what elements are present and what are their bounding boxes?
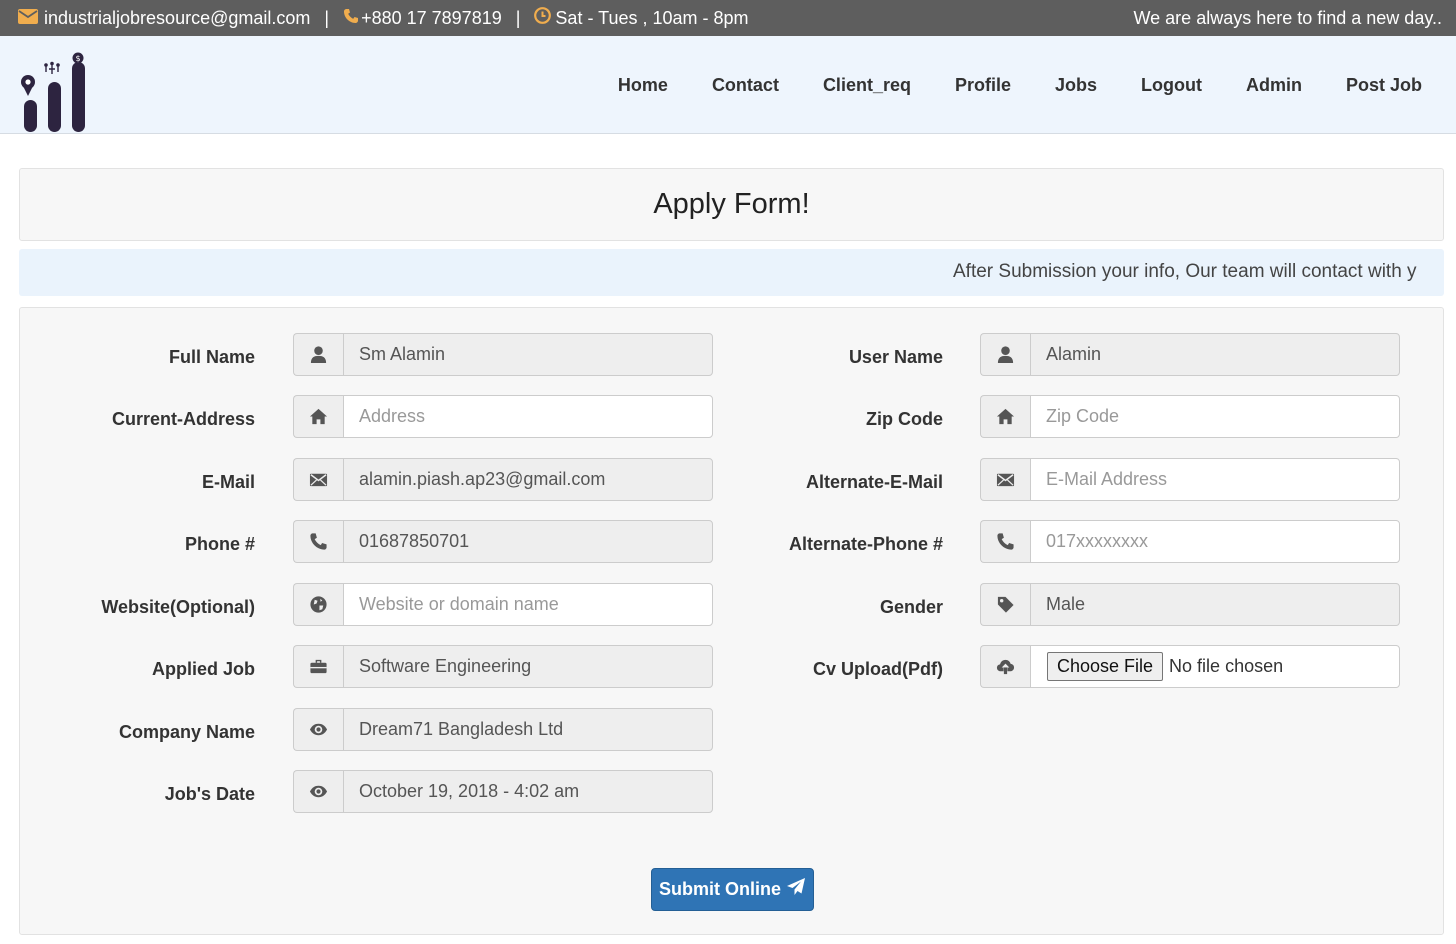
main-nav: Home Contact Client_req Profile Jobs Log… (596, 36, 1444, 134)
form-row-user-name: User Name (720, 333, 1420, 376)
site-logo[interactable]: $ (18, 52, 90, 134)
form-row-jobs-date: Job's Date (20, 770, 720, 813)
tag-icon (980, 583, 1030, 626)
applied-job-label: Applied Job (152, 659, 255, 679)
applied-job-input[interactable] (343, 645, 713, 688)
form-row-website: Website(Optional) (20, 583, 720, 626)
gender-label: Gender (879, 597, 943, 617)
form-row-applied-job: Applied Job (20, 645, 720, 688)
nav-post-job[interactable]: Post Job (1324, 75, 1444, 96)
phone-icon (343, 8, 359, 29)
form-row-cv-upload: Cv Upload(Pdf) Choose File No file chose… (720, 645, 1420, 688)
form-row-alternate-phone: Alternate-Phone # (720, 520, 1420, 563)
nav-profile[interactable]: Profile (933, 75, 1033, 96)
phone-input[interactable] (343, 520, 713, 563)
top-info-bar: industrialjobresource@gmail.com | +880 1… (0, 0, 1456, 36)
topbar-tagline: We are always here to find a new day.. (1133, 7, 1443, 28)
submit-label: Submit Online (658, 879, 781, 899)
current-address-input[interactable] (343, 395, 713, 438)
email-label: E-Mail (201, 472, 255, 492)
nav-contact[interactable]: Contact (690, 75, 801, 96)
alternate-email-input[interactable] (1030, 458, 1400, 501)
paper-plane-icon (781, 877, 806, 902)
company-name-input[interactable] (343, 708, 713, 751)
notice-text: After Submission your info, Our team wil… (953, 261, 1417, 282)
separator: | (515, 7, 521, 28)
notice-marquee: After Submission your info, Our team wil… (19, 249, 1444, 296)
envelope-icon (293, 458, 343, 501)
phone-icon (293, 520, 343, 563)
home-icon (980, 395, 1030, 438)
form-row-email: E-Mail (20, 458, 720, 501)
form-row-phone: Phone # (20, 520, 720, 563)
nav-client-req[interactable]: Client_req (801, 75, 933, 96)
zip-code-input[interactable] (1030, 395, 1400, 438)
form-row-company-name: Company Name (20, 708, 720, 751)
cv-upload-label: Cv Upload(Pdf) (813, 659, 943, 679)
page-title: Apply Form! (653, 188, 810, 220)
zip-code-label: Zip Code (866, 409, 943, 429)
envelope-icon (18, 8, 38, 29)
gender-input[interactable] (1030, 583, 1400, 626)
alternate-phone-input[interactable] (1030, 520, 1400, 563)
site-header: $ Home Contact Client_req Profile Jobs L… (0, 36, 1456, 134)
company-name-label: Company Name (118, 722, 255, 742)
website-label: Website(Optional) (101, 597, 255, 617)
contact-info: industrialjobresource@gmail.com | +880 1… (18, 0, 749, 36)
cloud-upload-icon (980, 645, 1030, 688)
email-input[interactable] (343, 458, 713, 501)
jobs-date-label: Job's Date (164, 784, 255, 804)
alternate-email-label: Alternate-E-Mail (805, 472, 943, 492)
jobs-date-input[interactable] (343, 770, 713, 813)
envelope-icon (980, 458, 1030, 501)
home-icon (293, 395, 343, 438)
form-row-gender: Gender (720, 583, 1420, 626)
topbar-hours: Sat - Tues , 10am - 8pm (555, 7, 749, 28)
file-status: No file chosen (1169, 656, 1284, 676)
form-row-zip-code: Zip Code (720, 395, 1420, 438)
website-input[interactable] (343, 583, 713, 626)
user-name-label: User Name (848, 347, 943, 367)
topbar-email[interactable]: industrialjobresource@gmail.com (44, 8, 310, 29)
topbar-phone: +880 17 7897819 (361, 7, 502, 28)
alternate-phone-label: Alternate-Phone # (788, 534, 943, 554)
separator: | (324, 7, 330, 28)
nav-home[interactable]: Home (596, 75, 690, 96)
eye-icon (293, 708, 343, 751)
cv-upload-field: Choose File No file chosen (1030, 645, 1400, 688)
choose-file-button[interactable]: Choose File (1047, 652, 1164, 681)
form-row-full-name: Full Name (20, 333, 720, 376)
apply-form: Full Name Current-Address E-Mail Phone #… (19, 307, 1444, 935)
full-name-input[interactable] (343, 333, 713, 376)
user-icon (980, 333, 1030, 376)
clock-icon (534, 7, 552, 29)
user-icon (293, 333, 343, 376)
submit-online-button[interactable]: Submit Online (651, 868, 814, 911)
form-title-panel: Apply Form! (19, 168, 1444, 241)
eye-icon (293, 770, 343, 813)
form-row-current-address: Current-Address (20, 395, 720, 438)
user-name-input[interactable] (1030, 333, 1400, 376)
nav-logout[interactable]: Logout (1119, 75, 1224, 96)
form-row-alternate-email: Alternate-E-Mail (720, 458, 1420, 501)
phone-label: Phone # (184, 534, 255, 554)
nav-admin[interactable]: Admin (1224, 75, 1324, 96)
globe-icon (293, 583, 343, 626)
current-address-label: Current-Address (111, 409, 255, 429)
briefcase-icon (293, 645, 343, 688)
nav-jobs[interactable]: Jobs (1033, 75, 1119, 96)
phone-icon (980, 520, 1030, 563)
full-name-label: Full Name (168, 347, 255, 367)
svg-text:$: $ (75, 54, 80, 63)
